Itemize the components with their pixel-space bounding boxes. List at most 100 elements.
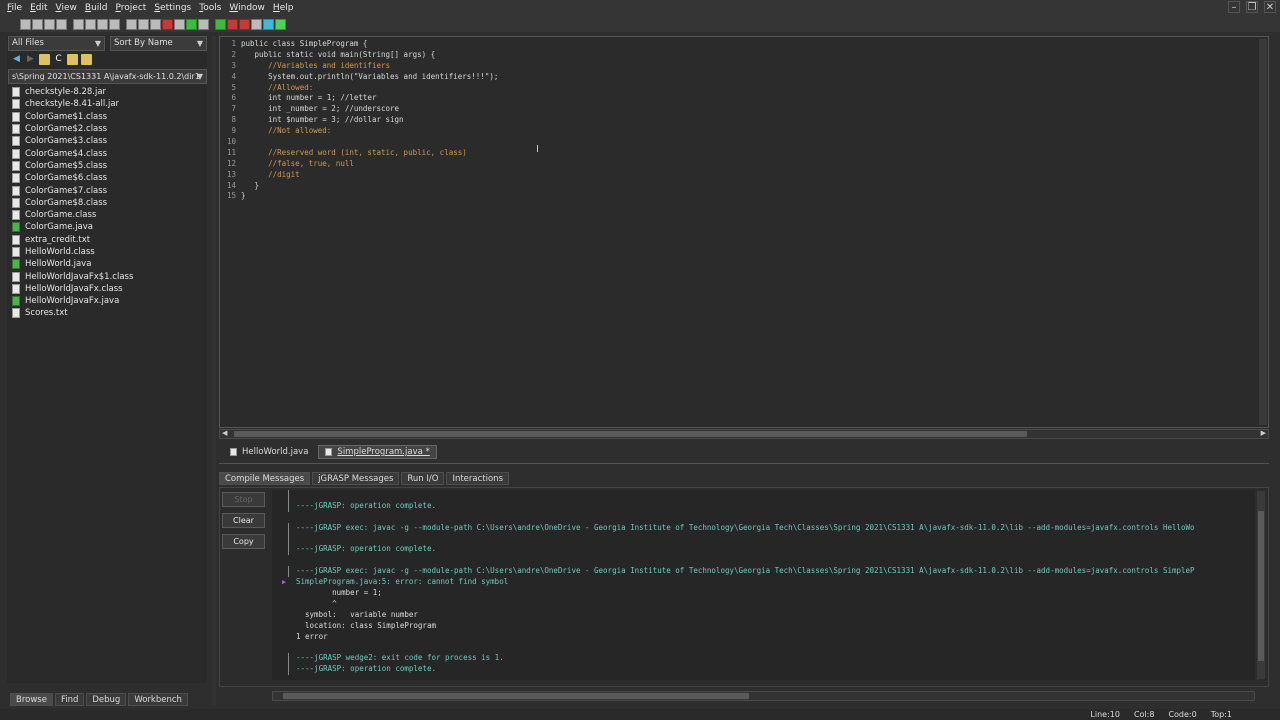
file-list-item[interactable]: ColorGame$3.class xyxy=(11,135,205,147)
copy-icon[interactable] xyxy=(85,18,96,30)
menu-help[interactable]: Help xyxy=(273,3,294,13)
panel-divider[interactable] xyxy=(212,36,216,706)
viewer-icon[interactable] xyxy=(263,18,274,30)
scroll-right-icon[interactable]: ▶ xyxy=(1261,429,1266,437)
restore-icon[interactable]: ❐ xyxy=(1246,1,1258,13)
paste-icon[interactable] xyxy=(97,18,108,30)
tab-helloworld[interactable]: HelloWorld.java xyxy=(224,445,314,459)
code-line[interactable]: public static void main(String[] args) { xyxy=(241,50,498,61)
print-icon[interactable] xyxy=(56,18,67,30)
stop-button[interactable]: Stop xyxy=(222,492,265,507)
code-editor[interactable]: 1 2 3 4 5 6 7 8 9 10 11 12 13 14 15 public class Simpl… xyxy=(219,36,1269,428)
code-text[interactable]: public class SimpleProgram { public stat… xyxy=(241,39,498,202)
tab-run-io[interactable]: Run I/O xyxy=(401,472,445,485)
applet-icon[interactable] xyxy=(251,18,262,30)
code-line[interactable]: //Not allowed: xyxy=(241,126,498,137)
cut-icon[interactable] xyxy=(73,18,84,30)
menu-tools[interactable]: Tools xyxy=(199,3,221,13)
csd-icon[interactable] xyxy=(174,18,185,30)
debug-icon[interactable] xyxy=(239,18,250,30)
file-list-item[interactable]: checkstyle-8.28.jar xyxy=(11,86,205,98)
path-dropdown[interactable]: s\Spring 2021\CS1331 A\javafx-sdk-11.0.2… xyxy=(8,69,207,84)
error-marker-icon[interactable]: ▶ xyxy=(282,578,286,586)
scroll-left-icon[interactable]: ◀ xyxy=(222,429,227,437)
scroll-thumb[interactable] xyxy=(283,693,749,699)
file-list-item[interactable]: ColorGame.java xyxy=(11,221,205,233)
tab-browse[interactable]: Browse xyxy=(10,693,53,706)
code-line[interactable]: //Reserved word (int, static, public, cl… xyxy=(241,148,498,159)
code-line[interactable]: public class SimpleProgram { xyxy=(241,39,498,50)
menu-file[interactable]: File xyxy=(7,3,22,13)
code-line[interactable]: //Allowed: xyxy=(241,83,498,94)
scroll-thumb[interactable] xyxy=(234,431,1027,437)
clear-button[interactable]: Clear xyxy=(222,513,265,528)
messages-horizontal-scrollbar[interactable] xyxy=(272,691,1255,701)
tab-debug[interactable]: Debug xyxy=(86,693,127,706)
editor-message-divider[interactable] xyxy=(219,463,1269,467)
file-list-item[interactable]: ColorGame$1.class xyxy=(11,111,205,123)
document-2-icon[interactable] xyxy=(138,18,149,30)
editor-horizontal-scrollbar[interactable]: ◀ ▶ xyxy=(219,429,1269,439)
file-list-item[interactable]: ColorGame.class xyxy=(11,209,205,221)
menu-view[interactable]: View xyxy=(56,3,77,13)
save-icon[interactable] xyxy=(32,18,43,30)
code-line[interactable]: } xyxy=(241,181,498,192)
file-list-item[interactable]: checkstyle-8.41-all.jar xyxy=(11,98,205,110)
save-all-icon[interactable] xyxy=(44,18,55,30)
file-list-item[interactable]: ColorGame$2.class xyxy=(11,123,205,135)
interactions-icon[interactable] xyxy=(275,18,286,30)
file-list-item[interactable]: HelloWorldJavaFx$1.class xyxy=(11,270,205,282)
code-line[interactable]: } xyxy=(241,191,498,202)
new-folder-icon[interactable] xyxy=(67,54,78,65)
undo-icon[interactable] xyxy=(109,18,120,30)
tab-interactions[interactable]: Interactions xyxy=(446,472,509,485)
forward-arrow-icon[interactable]: ▶ xyxy=(25,54,36,65)
file-list-item[interactable]: ColorGame$5.class xyxy=(11,160,205,172)
file-list-item[interactable]: ColorGame$8.class xyxy=(11,197,205,209)
code-line[interactable]: int _number = 2; //underscore xyxy=(241,104,498,115)
sort-dropdown[interactable]: Sort By Name ▼ xyxy=(110,36,207,51)
code-line[interactable] xyxy=(241,137,498,148)
file-list-item[interactable]: HelloWorld.java xyxy=(11,258,205,270)
file-list-item[interactable]: extra_credit.txt xyxy=(11,234,205,246)
editor-vertical-scrollbar[interactable] xyxy=(1259,39,1267,425)
code-line[interactable]: //digit xyxy=(241,170,498,181)
file-list-item[interactable]: ColorGame$4.class xyxy=(11,147,205,159)
scroll-thumb[interactable] xyxy=(1258,511,1264,661)
document-3-icon[interactable] xyxy=(150,18,161,30)
code-line[interactable]: System.out.println("Variables and identi… xyxy=(241,72,498,83)
file-list-item[interactable]: HelloWorldJavaFx.java xyxy=(11,295,205,307)
document-icon[interactable] xyxy=(126,18,137,30)
messages-vertical-scrollbar[interactable] xyxy=(1257,491,1265,679)
book-icon[interactable] xyxy=(198,18,209,30)
tab-jgrasp-messages[interactable]: jGRASP Messages xyxy=(312,472,400,485)
tab-simpleprogram[interactable]: SimpleProgram.java * xyxy=(318,445,437,459)
bookmark-icon[interactable] xyxy=(162,18,173,30)
uml-icon[interactable] xyxy=(186,18,197,30)
code-line[interactable]: int $number = 3; //dollar sign xyxy=(241,115,498,126)
tab-find[interactable]: Find xyxy=(54,693,85,706)
tab-compile-messages[interactable]: Compile Messages xyxy=(219,472,311,485)
file-filter-dropdown[interactable]: All Files ▼ xyxy=(8,36,105,51)
menu-edit[interactable]: Edit xyxy=(30,3,47,13)
tab-workbench[interactable]: Workbench xyxy=(128,693,188,706)
menu-project[interactable]: Project xyxy=(116,3,147,13)
compile-icon[interactable] xyxy=(215,18,226,30)
menu-build[interactable]: Build xyxy=(85,3,108,13)
file-list-item[interactable]: ColorGame$6.class xyxy=(11,172,205,184)
compile-output[interactable]: ----jGRASP: operation complete. ----jGRAS… xyxy=(272,490,1255,680)
code-line[interactable]: //Variables and identifiers xyxy=(241,61,498,72)
back-arrow-icon[interactable]: ◀ xyxy=(11,54,22,65)
close-icon[interactable]: ✕ xyxy=(1264,1,1276,13)
menu-window[interactable]: Window xyxy=(229,3,265,13)
file-list-item[interactable]: ColorGame$7.class xyxy=(11,184,205,196)
run-icon[interactable] xyxy=(227,18,238,30)
menu-settings[interactable]: Settings xyxy=(154,3,191,13)
copy-button[interactable]: Copy xyxy=(222,534,265,549)
file-list-item[interactable]: HelloWorld.class xyxy=(11,246,205,258)
code-line[interactable]: int number = 1; //letter xyxy=(241,93,498,104)
up-folder-icon[interactable] xyxy=(39,54,50,65)
code-line[interactable]: //false, true, null xyxy=(241,159,498,170)
refresh-icon[interactable]: C xyxy=(53,54,64,65)
file-list-item[interactable]: HelloWorldJavaFx.class xyxy=(11,283,205,295)
